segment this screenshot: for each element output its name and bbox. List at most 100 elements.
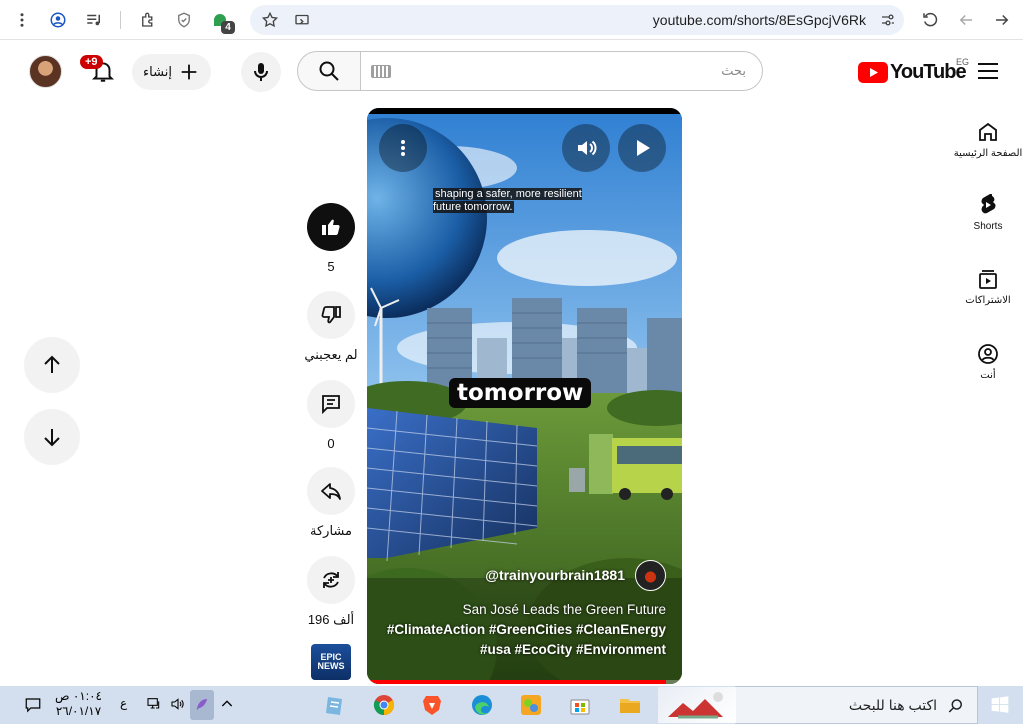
subscriptions-icon [979,270,997,289]
play-icon [637,140,650,156]
screen: 4 youtube.com/shorts/8EsGpcjV6Rk +9 إنشا… [0,0,1023,724]
home-icon [979,122,997,141]
video-hashtags-line1: #ClimateAction #GreenCities #CleanEnergy [386,622,666,637]
play-button[interactable] [618,124,666,172]
channel-avatar[interactable] [635,560,666,591]
guide-menu-icon[interactable] [978,63,998,79]
comment-button[interactable] [307,380,355,428]
video-progress-fill [367,680,667,684]
account-avatar[interactable] [29,55,62,88]
notification-count-badge: +9 [80,55,103,69]
comment-count: 0 [327,436,335,451]
you-icon [978,344,998,364]
guide-item-you[interactable]: أنت [953,342,1023,381]
guide-item-shorts[interactable]: Shorts [953,193,1023,232]
share-action: مشاركة [306,467,356,539]
browser-toolbar: 4 youtube.com/shorts/8EsGpcjV6Rk [0,0,1023,40]
arrow-down-icon [44,429,60,447]
network-tray-icon[interactable] [146,696,162,715]
like-count: 5 [327,259,335,274]
taskbar-search-placeholder: اكتب هنا للبحث [848,697,937,713]
thumb-text-line2: NEWS [317,661,345,671]
microsoft-store-icon[interactable] [565,690,595,720]
input-language-indicator[interactable]: ع [120,696,127,710]
create-label: إنشاء [143,64,172,79]
forward-icon[interactable] [954,8,978,32]
video-description[interactable]: San José Leads the Green Future #Climate… [376,600,666,660]
more-options-button[interactable] [379,124,427,172]
extensions-icon[interactable] [136,8,160,32]
windows-logo-icon [991,696,1009,713]
previous-short-button[interactable] [24,337,80,393]
create-button[interactable]: إنشاء [132,54,211,90]
remix-icon [323,572,339,588]
back-icon[interactable] [990,8,1014,32]
toolbar-divider [120,11,121,29]
browser-menu-icon[interactable] [10,8,34,32]
taskbar-clock[interactable]: ٠١:٠٤ ص ٢٦/٠١/١٧ [55,689,102,719]
address-bar[interactable]: youtube.com/shorts/8EsGpcjV6Rk [250,5,904,35]
notes-app-icon[interactable] [320,690,350,720]
remix-action: 196 ألف [306,556,356,628]
notifications-center-icon[interactable] [24,696,42,717]
sound-thumbnail[interactable]: EPIC NEWS [311,644,351,680]
show-hidden-icons-chevron-icon[interactable] [219,696,235,715]
taskbar-search[interactable]: اكتب هنا للبحث [658,686,978,724]
chrome-browser-icon[interactable] [369,690,399,720]
remix-button[interactable] [307,556,355,604]
shield-extension-icon[interactable] [172,8,196,32]
share-label: مشاركة [310,523,352,538]
like-action: 5 [306,203,356,274]
subtitle-text: shaping a safer, more resilient future t… [433,188,582,213]
share-button[interactable] [307,467,355,515]
youtube-wordmark: YouTube [890,60,967,83]
brave-browser-icon[interactable] [417,690,447,720]
youtube-header: +9 إنشاء بحث YouTube EG [0,41,1023,103]
search-button[interactable] [297,51,361,91]
shorts-video-player[interactable]: shaping a safer, more resilient future t… [367,108,682,684]
thumbs-up-icon [322,219,340,235]
bookmark-star-icon[interactable] [258,8,282,32]
start-button[interactable] [977,686,1023,724]
windows-taskbar: اكتب هنا للبحث ع ٠١:٠٤ ص ٢٦/٠١/١٧ [0,686,1023,724]
search-highlight-image [658,687,736,723]
reload-icon[interactable] [918,8,942,32]
comment-action: 0 [306,380,356,451]
youtube-logo[interactable]: YouTube [858,60,967,84]
arrow-up-icon [44,355,60,373]
extension-badge: 4 [221,21,235,34]
dislike-action: لم يعجبني [304,291,358,363]
dislike-label: لم يعجبني [304,347,358,362]
like-button[interactable] [307,203,355,251]
guide-label-home: الصفحة الرئيسية [953,148,1023,159]
media-controls-icon[interactable] [82,8,106,32]
guide-label-shorts: Shorts [973,221,1003,232]
green-extension-icon[interactable]: 4 [208,8,235,34]
search-placeholder: بحث [721,63,746,78]
clock-time: ٠١:٠٤ ص [55,689,102,703]
game-app-icon[interactable] [516,690,546,720]
volume-button[interactable] [562,124,610,172]
volume-tray-icon[interactable] [170,696,186,715]
dislike-button[interactable] [307,291,355,339]
more-vertical-icon [401,140,405,156]
profile-icon[interactable] [46,8,70,32]
taskbar-search-icon [948,699,962,713]
search-input[interactable]: بحث [360,51,763,91]
feather-app-icon[interactable] [190,690,214,720]
site-settings-icon[interactable] [876,8,900,32]
cast-install-icon[interactable] [290,8,314,32]
guide-label-you: أنت [980,370,996,381]
channel-name[interactable]: @trainyourbrain1881 [485,567,625,583]
next-short-button[interactable] [24,409,80,465]
url-text: youtube.com/shorts/8EsGpcjV6Rk [652,12,866,28]
guide-item-subscriptions[interactable]: الاشتراكات [953,267,1023,306]
keyboard-icon[interactable] [371,65,391,78]
video-progress-bar[interactable] [367,680,682,684]
video-title: San José Leads the Green Future [462,602,666,617]
edge-browser-icon[interactable] [467,690,497,720]
file-explorer-icon[interactable] [615,690,645,720]
voice-search-button[interactable] [241,52,281,92]
volume-icon [578,140,597,156]
guide-item-home[interactable]: الصفحة الرئيسية [953,120,1023,159]
